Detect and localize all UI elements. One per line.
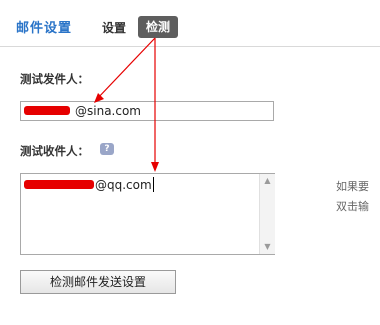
annotation-arrows xyxy=(94,37,159,172)
